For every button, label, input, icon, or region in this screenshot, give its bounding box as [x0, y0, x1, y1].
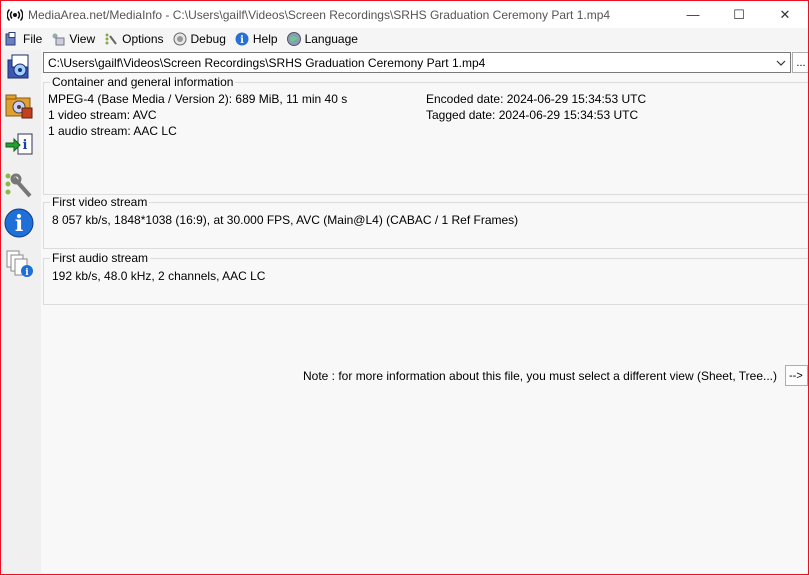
mediainfo-window: MediaArea.net/MediaInfo - C:\Users\gailf…	[0, 0, 809, 575]
chevron-down-icon[interactable]	[774, 56, 788, 70]
change-view-button[interactable]: -->	[785, 365, 808, 386]
file-selector-value: C:\Users\gailf\Videos\Screen Recordings\…	[48, 55, 486, 70]
general-tagged-date: Tagged date: 2024-06-29 15:34:53 UTC	[426, 108, 639, 122]
export-icon: i	[4, 130, 34, 163]
svg-text:i: i	[240, 35, 244, 46]
menu-help-label: Help	[252, 32, 278, 46]
menu-help[interactable]: i Help	[231, 28, 283, 50]
open-folder-icon	[4, 90, 34, 123]
svg-text:i: i	[25, 268, 29, 278]
about-button[interactable]: i	[3, 208, 35, 240]
open-file-icon	[4, 52, 34, 85]
audio-stream-group: First audio stream 192 kb/s, 48.0 kHz, 2…	[43, 251, 808, 305]
file-icon	[4, 31, 20, 47]
options-icon	[103, 31, 119, 47]
general-info-title: Container and general information	[50, 75, 236, 89]
svg-text:i: i	[15, 211, 23, 237]
svg-text:i: i	[23, 138, 28, 153]
open-file-button[interactable]	[3, 52, 35, 84]
window-controls: — ☐ ✕	[670, 1, 808, 28]
close-button[interactable]: ✕	[762, 1, 808, 28]
menu-debug-label: Debug	[190, 32, 226, 46]
open-folder-button[interactable]	[3, 90, 35, 122]
maximize-button[interactable]: ☐	[716, 1, 762, 28]
video-stream-details: 8 057 kb/s, 1848*1038 (16:9), at 30.000 …	[52, 213, 519, 227]
preferences-button[interactable]	[3, 170, 35, 202]
export-button[interactable]: i	[3, 130, 35, 162]
audio-stream-details: 192 kb/s, 48.0 kHz, 2 channels, AAC LC	[52, 269, 266, 283]
general-video-count: 1 video stream: AVC	[48, 108, 157, 122]
knowledge-button[interactable]: i	[3, 248, 35, 280]
general-encoded-date: Encoded date: 2024-06-29 15:34:53 UTC	[426, 92, 647, 106]
menu-file-label: File	[23, 32, 43, 46]
info-panel: C:\Users\gailf\Videos\Screen Recordings\…	[41, 50, 808, 574]
menu-debug[interactable]: Debug	[169, 28, 231, 50]
window-title: MediaArea.net/MediaInfo - C:\Users\gailf…	[28, 7, 611, 22]
general-audio-count: 1 audio stream: AAC LC	[48, 124, 177, 138]
menu-bar: File View Options Debug i Help Language	[1, 28, 808, 50]
general-info-group: Container and general information MPEG-4…	[43, 75, 808, 195]
mediainfo-app-icon	[7, 7, 23, 23]
left-toolbar: i i i	[1, 50, 39, 574]
minimize-button[interactable]: —	[670, 1, 716, 28]
menu-options[interactable]: Options	[100, 28, 168, 50]
file-selector[interactable]: C:\Users\gailf\Videos\Screen Recordings\…	[43, 52, 791, 73]
preferences-icon	[4, 170, 34, 203]
menu-view-label: View	[69, 32, 96, 46]
about-icon: i	[4, 208, 34, 241]
general-format: MPEG-4 (Base Media / Version 2): 689 MiB…	[48, 92, 348, 106]
video-stream-title: First video stream	[50, 195, 150, 209]
view-note: Note : for more information about this f…	[303, 369, 777, 383]
help-icon: i	[234, 31, 250, 47]
audio-stream-title: First audio stream	[50, 251, 151, 265]
view-icon	[50, 31, 66, 47]
browse-button[interactable]: ...	[792, 52, 808, 73]
title-bar: MediaArea.net/MediaInfo - C:\Users\gailf…	[1, 1, 808, 28]
menu-file[interactable]: File	[1, 28, 47, 50]
debug-icon	[172, 31, 188, 47]
menu-view[interactable]: View	[47, 28, 100, 50]
menu-language[interactable]: Language	[283, 28, 363, 50]
video-stream-group: First video stream 8 057 kb/s, 1848*1038…	[43, 195, 808, 249]
knowledge-icon: i	[4, 248, 34, 281]
menu-language-label: Language	[304, 32, 358, 46]
language-icon	[286, 31, 302, 47]
menu-options-label: Options	[122, 32, 164, 46]
